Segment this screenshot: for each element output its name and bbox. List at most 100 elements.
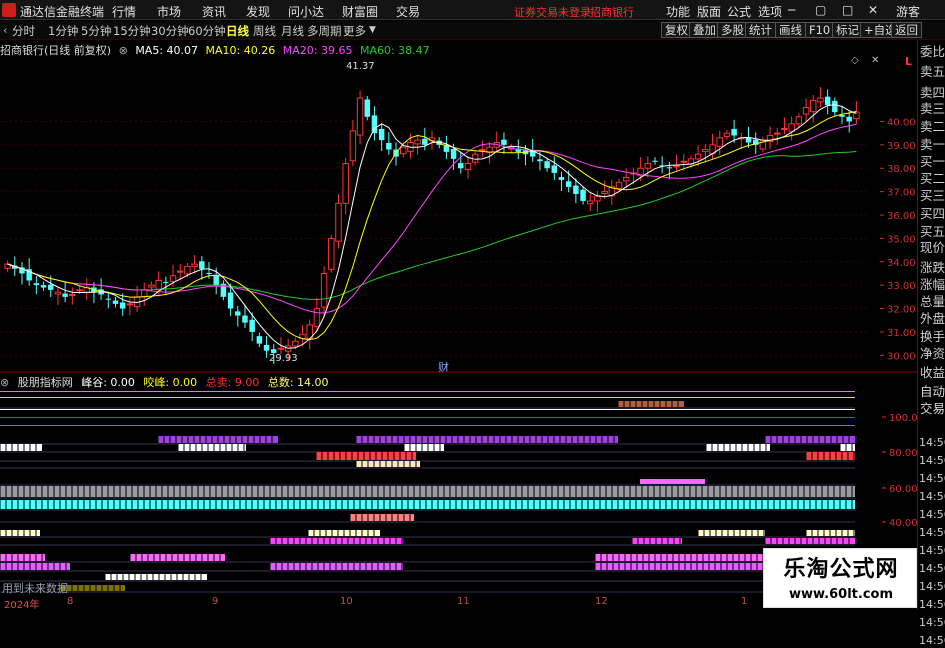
- candle-body: [112, 300, 119, 304]
- biaoji-button[interactable]: 标记: [832, 22, 863, 38]
- sidebar-item-14: 总量: [920, 294, 945, 309]
- menu-item-banmian[interactable]: 版面: [697, 3, 721, 20]
- candle-body: [544, 161, 550, 169]
- duogu-button[interactable]: 多股: [717, 22, 748, 38]
- candle-body: [551, 165, 558, 173]
- minimize-icon[interactable]: ─: [788, 3, 795, 17]
- y-tick-label: 34.00: [887, 258, 916, 269]
- quote-sidebar: 委比 卖五 卖四 卖三 卖二 卖一 买一 买二 买三 买四 买五 现价 涨跌 涨幅 总量 外盘 换手 净资 收益 自动…: [917, 40, 945, 647]
- candle-body: [565, 181, 572, 187]
- chart-info-line: 招商银行(日线 前复权) ⊗ MA5: 40.07 MA10: 40.26 MA…: [0, 42, 434, 57]
- toolbar-back-icon[interactable]: ‹: [3, 23, 8, 37]
- tab-more[interactable]: 更多: [343, 23, 366, 39]
- indicator-bar: [0, 417, 855, 418]
- guest-label[interactable]: 游客: [896, 3, 920, 20]
- tab-5min[interactable]: 5分钟: [81, 23, 111, 39]
- sidebar-item-13: 涨幅: [920, 277, 945, 292]
- sidebar-time-0: 14:56: [919, 436, 945, 449]
- ma60-line: [7, 151, 857, 301]
- candle-body: [414, 139, 421, 145]
- candle-body: [126, 303, 134, 306]
- menu-item-hangqing[interactable]: 行情: [112, 3, 136, 20]
- candle-body: [292, 340, 299, 347]
- month-label-10: 10: [340, 596, 353, 607]
- tongji-button[interactable]: 统计: [745, 22, 776, 38]
- candle-body: [832, 100, 838, 113]
- candlestick-chart[interactable]: 30.00 31.00 32.00 33.00 34.00 35.00 36.00 37.00…: [0, 55, 917, 373]
- menu-item-gongneng[interactable]: 功能: [666, 3, 690, 20]
- f10-button[interactable]: F10: [805, 22, 835, 38]
- y-tick-label: 30.00: [887, 351, 916, 362]
- menu-item-shichang[interactable]: 市场: [157, 3, 181, 20]
- indicator-bar: [640, 479, 705, 484]
- indicator-bar: [0, 409, 855, 410]
- period-toolbar: ‹ 分时 1分钟 5分钟 15分钟 30分钟 60分钟 日线 周线 月线 多周期…: [0, 21, 945, 40]
- indicator-bar: [0, 554, 45, 561]
- candle-body: [62, 293, 68, 297]
- indicator-bar: [316, 452, 416, 460]
- tab-30min[interactable]: 30分钟: [151, 23, 189, 39]
- ma20-line: [7, 123, 857, 314]
- tab-fenshi[interactable]: 分时: [12, 23, 35, 39]
- candle-body: [399, 146, 407, 155]
- fuquan-button[interactable]: 复权: [661, 22, 692, 38]
- candle-body: [386, 142, 392, 150]
- tab-15min[interactable]: 15分钟: [113, 23, 151, 39]
- menu-item-faxian[interactable]: 发现: [246, 3, 270, 20]
- menu-item-xuanxiang[interactable]: 选项: [758, 3, 782, 20]
- candle-body: [169, 275, 177, 282]
- candle-body: [788, 123, 795, 132]
- huaxian-button[interactable]: 画线: [775, 22, 806, 38]
- month-label-9: 9: [212, 596, 219, 607]
- menu-item-jiaoyi[interactable]: 交易: [396, 3, 420, 20]
- indicator-info-line: ⊗ 股朋指标网 峰谷: 0.00 咬峰: 0.00 总卖: 9.00 总数: 1…: [0, 374, 334, 389]
- indicator-bar: [60, 585, 125, 591]
- candle-body: [464, 163, 472, 171]
- restore-icon[interactable]: ▢: [815, 3, 826, 17]
- candle-body: [745, 137, 752, 143]
- y-tick-label: 36.00: [887, 211, 916, 222]
- tab-monthly[interactable]: 月线: [281, 23, 304, 39]
- menu-item-caifuquan[interactable]: 财富圈: [342, 3, 378, 20]
- sidebar-time-10: 14:56: [919, 616, 945, 629]
- tab-weekly[interactable]: 周线: [253, 23, 276, 39]
- tab-daily[interactable]: 日线: [226, 23, 249, 39]
- tab-1min[interactable]: 1分钟: [48, 23, 78, 39]
- sidebar-item-7: 买二: [920, 171, 945, 186]
- close-icon[interactable]: ✕: [868, 3, 878, 17]
- app-logo-icon: [2, 3, 16, 17]
- candle-body: [342, 163, 349, 204]
- candle-body: [458, 163, 464, 169]
- menu-item-zixun[interactable]: 资讯: [202, 3, 226, 20]
- tab-60min[interactable]: 60分钟: [188, 23, 226, 39]
- sidebar-item-8: 买三: [920, 188, 945, 203]
- candle-body: [824, 96, 831, 106]
- candle-body: [40, 285, 47, 288]
- candle-body: [795, 116, 803, 125]
- more-dropdown-icon[interactable]: ▼: [369, 25, 376, 35]
- chart-close-icon: ✕: [871, 55, 879, 66]
- ind-y-tick-label: 100.00: [889, 413, 917, 424]
- candle-body: [573, 185, 579, 194]
- back-button[interactable]: 返回: [891, 22, 922, 38]
- diejia-button[interactable]: 叠加: [689, 22, 720, 38]
- candle-body: [184, 265, 191, 275]
- candle-body: [33, 283, 40, 286]
- month-label-1: 1: [741, 596, 748, 607]
- maximize-icon[interactable]: □: [842, 3, 853, 17]
- candle-body: [558, 177, 565, 180]
- chart-l-marker: L: [905, 55, 912, 68]
- menu-bar: 通达信金融终端 行情 市场 资讯 发现 问小达 财富圈 交易 证券交易未登录 招…: [0, 0, 945, 20]
- tab-multi-period[interactable]: 多周期: [307, 23, 342, 39]
- candle-body: [177, 270, 184, 273]
- ind-y-tick-label: 80.00: [889, 448, 917, 459]
- trading-login-notice[interactable]: 证券交易未登录: [514, 4, 591, 20]
- candle-body: [141, 289, 148, 298]
- sidebar-item-9: 买四: [920, 206, 945, 221]
- menu-item-gongshi[interactable]: 公式: [727, 3, 751, 20]
- menu-item-wenxiaoda[interactable]: 问小达: [288, 3, 324, 20]
- indicator-bar: [0, 391, 855, 392]
- candle-body: [622, 177, 630, 182]
- candle-body: [105, 298, 112, 300]
- candle-body: [652, 160, 658, 162]
